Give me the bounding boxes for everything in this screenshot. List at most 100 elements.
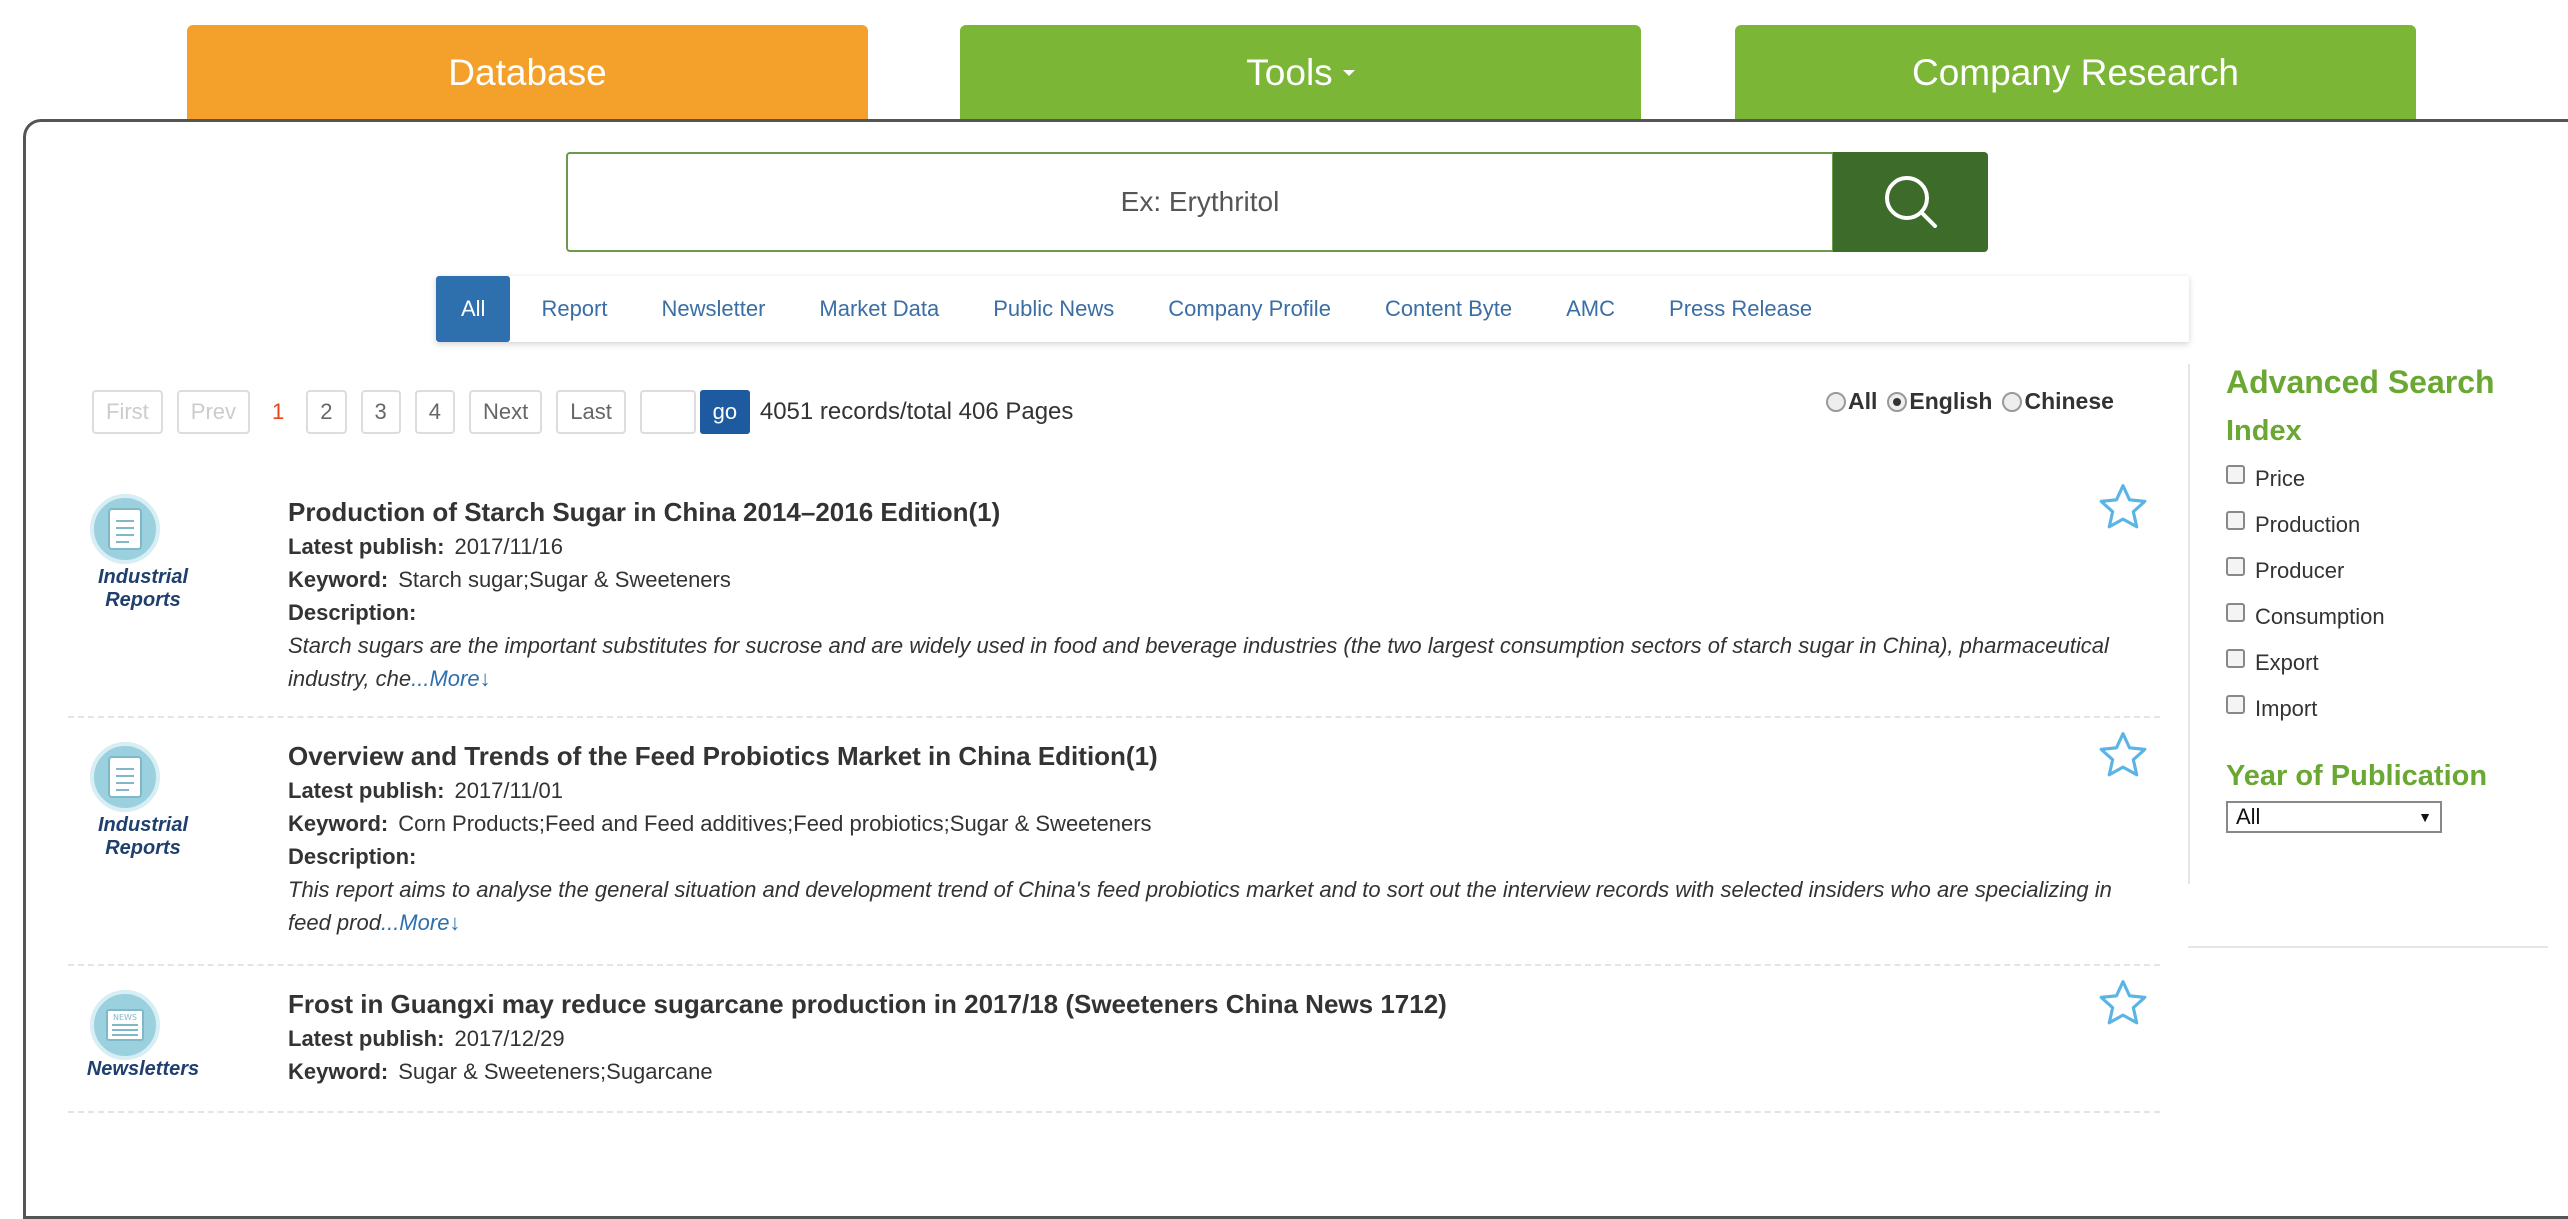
page-number-input[interactable] xyxy=(639,390,696,434)
category-amc[interactable]: AMC xyxy=(1539,276,1642,342)
language-filter: All English Chinese xyxy=(1826,388,2124,415)
category-public-news[interactable]: Public News xyxy=(966,276,1141,342)
lang-option-all[interactable]: All xyxy=(1826,388,1877,415)
index-option-consumption[interactable]: Consumption xyxy=(2226,594,2548,640)
publish-label: Latest publish: xyxy=(288,778,445,803)
year-select-value: All xyxy=(2236,804,2261,829)
tab-tools[interactable]: Tools xyxy=(960,25,1641,121)
result-keyword: Keyword: Sugar & Sweeteners;Sugarcane xyxy=(288,1055,2128,1088)
lang-label-all: All xyxy=(1848,388,1878,414)
result-body: Overview and Trends of the Feed Probioti… xyxy=(288,738,2128,939)
more-link[interactable]: ...More↓ xyxy=(411,666,490,691)
checkbox[interactable] xyxy=(2226,694,2245,714)
publish-date: 2017/12/29 xyxy=(454,1026,565,1051)
result-title[interactable]: Frost in Guangxi may reduce sugarcane pr… xyxy=(288,986,2128,1022)
keyword-label: Keyword: xyxy=(288,1059,389,1084)
search-input[interactable] xyxy=(568,154,1832,250)
current-page: 1 xyxy=(264,390,293,434)
prev-page-button[interactable]: Prev xyxy=(176,390,251,434)
index-label: Consumption xyxy=(2255,604,2385,629)
lang-option-english[interactable]: English xyxy=(1887,388,1992,415)
index-label: Import xyxy=(2255,696,2318,721)
search-button[interactable] xyxy=(1833,152,1988,252)
category-report[interactable]: Report xyxy=(514,276,634,342)
records-count: 4051 records/total 406 Pages xyxy=(759,398,1074,425)
description-label: Description: xyxy=(288,600,417,625)
radio-icon[interactable] xyxy=(2002,391,2023,412)
result-description: Starch sugars are the important substitu… xyxy=(288,629,2128,695)
search-box xyxy=(566,152,1834,252)
category-content-byte[interactable]: Content Byte xyxy=(1358,276,1539,342)
result-description: This report aims to analyse the general … xyxy=(288,873,2128,939)
year-select[interactable]: All ▼ xyxy=(2226,801,2442,833)
lang-option-chinese[interactable]: Chinese xyxy=(2002,388,2114,415)
star-icon[interactable] xyxy=(2096,480,2150,534)
checkbox[interactable] xyxy=(2226,648,2245,668)
result-type: Newsletters xyxy=(68,1058,218,1081)
category-newsletter[interactable]: Newsletter xyxy=(635,276,793,342)
advanced-search-title: Advanced Search xyxy=(2226,364,2495,400)
tab-company-research[interactable]: Company Research xyxy=(1735,25,2416,121)
first-page-button[interactable]: First xyxy=(92,390,163,434)
index-option-price[interactable]: Price xyxy=(2226,456,2548,502)
search-icon xyxy=(1884,176,1937,228)
index-option-import[interactable]: Import xyxy=(2226,686,2548,732)
category-all[interactable]: All xyxy=(436,276,511,342)
radio-selected-icon[interactable] xyxy=(1887,391,1908,412)
result-keyword: Keyword: Starch sugar;Sugar & Sweeteners xyxy=(288,563,2128,596)
dropdown-arrow-icon: ▼ xyxy=(2418,809,2432,825)
category-press-release[interactable]: Press Release xyxy=(1642,276,1839,342)
keyword-label: Keyword: xyxy=(288,567,389,592)
result-body: Production of Starch Sugar in China 2014… xyxy=(288,494,2128,695)
page-2-button[interactable]: 2 xyxy=(306,390,347,434)
next-page-button[interactable]: Next xyxy=(469,390,543,434)
result-publish: Latest publish: 2017/11/16 xyxy=(288,530,2128,563)
publish-date: 2017/11/01 xyxy=(454,778,563,803)
index-option-producer[interactable]: Producer xyxy=(2226,548,2548,594)
svg-text:NEWS: NEWS xyxy=(113,1013,137,1022)
description-text: This report aims to analyse the general … xyxy=(288,877,2112,935)
last-page-button[interactable]: Last xyxy=(556,390,626,434)
star-icon[interactable] xyxy=(2096,728,2150,782)
radio-icon[interactable] xyxy=(1826,391,1846,412)
pagination: First Prev 1 2 3 4 Next Last go 4051 rec… xyxy=(92,390,1073,434)
description-label: Description: xyxy=(288,844,417,869)
result-type-line: Industrial xyxy=(97,814,188,836)
report-icon xyxy=(90,494,160,564)
result-item: Industrial Reports Production of Starch S… xyxy=(68,480,2160,718)
result-publish: Latest publish: 2017/12/29 xyxy=(288,1022,2128,1055)
publish-label: Latest publish: xyxy=(288,534,445,559)
result-type-line: Reports xyxy=(105,837,181,859)
tab-database[interactable]: Database xyxy=(187,25,868,121)
index-label: Price xyxy=(2255,466,2306,491)
checkbox[interactable] xyxy=(2226,510,2245,530)
category-market-data[interactable]: Market Data xyxy=(792,276,966,342)
go-button[interactable]: go xyxy=(699,390,750,434)
year-title: Year of Publication xyxy=(2226,760,2488,792)
index-option-production[interactable]: Production xyxy=(2226,502,2548,548)
keyword-value: Starch sugar;Sugar & Sweeteners xyxy=(398,567,731,592)
checkbox[interactable] xyxy=(2226,556,2245,576)
index-option-export[interactable]: Export xyxy=(2226,640,2548,686)
keyword-label: Keyword: xyxy=(288,811,389,836)
caret-down-icon xyxy=(1342,70,1355,76)
result-type-line: Reports xyxy=(105,589,181,611)
index-title: Index xyxy=(2226,415,2302,447)
page-3-button[interactable]: 3 xyxy=(360,390,401,434)
result-type-line: Industrial xyxy=(97,566,188,588)
result-body: Frost in Guangxi may reduce sugarcane pr… xyxy=(288,986,2128,1088)
star-icon[interactable] xyxy=(2096,976,2150,1030)
lang-label-chinese: Chinese xyxy=(2024,388,2114,414)
result-title[interactable]: Overview and Trends of the Feed Probioti… xyxy=(288,738,2128,774)
more-link[interactable]: ...More↓ xyxy=(381,910,460,935)
keyword-value: Corn Products;Feed and Feed additives;Fe… xyxy=(398,811,1152,836)
checkbox[interactable] xyxy=(2226,464,2245,484)
page-4-button[interactable]: 4 xyxy=(414,390,456,434)
checkbox[interactable] xyxy=(2226,602,2245,622)
category-filter-bar: All Report Newsletter Market Data Public… xyxy=(436,276,2189,342)
category-company-profile[interactable]: Company Profile xyxy=(1141,276,1358,342)
lang-label-english: English xyxy=(1909,388,1993,414)
result-type: Industrial Reports xyxy=(68,566,218,612)
result-title[interactable]: Production of Starch Sugar in China 2014… xyxy=(288,494,2128,530)
index-label: Production xyxy=(2255,512,2361,537)
